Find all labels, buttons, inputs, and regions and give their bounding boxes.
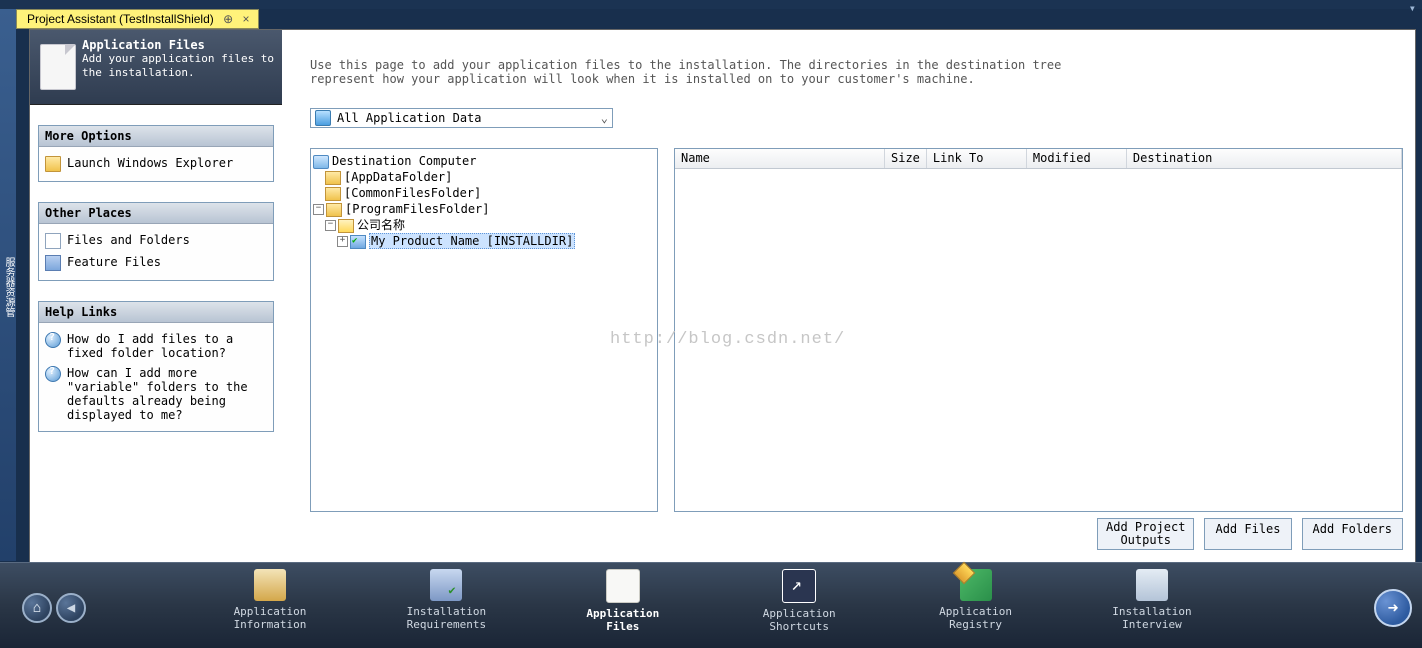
panel-header: Help Links: [39, 302, 273, 323]
nav-app-information[interactable]: ApplicationInformation: [200, 569, 340, 633]
shield-icon: [315, 110, 331, 126]
document-tab[interactable]: Project Assistant (TestInstallShield) ⊕ …: [16, 9, 259, 29]
dropdown-value: All Application Data: [337, 111, 482, 125]
computer-icon: [313, 155, 329, 169]
app-info-icon: [254, 569, 286, 601]
install-folder-icon: [350, 235, 366, 249]
page-description: Use this page to add your application fi…: [310, 58, 1061, 86]
files-icon: [606, 569, 640, 603]
tab-title: Project Assistant (TestInstallShield): [27, 12, 214, 26]
nav-app-shortcuts[interactable]: ApplicationShortcuts: [729, 569, 869, 633]
tree-node-product[interactable]: +My Product Name [INSTALLDIR]: [313, 233, 655, 249]
tree-node-company[interactable]: −公司名称: [313, 217, 655, 233]
folder-icon: [45, 156, 61, 172]
tree-node-appdata[interactable]: [AppDataFolder]: [313, 169, 655, 185]
col-link[interactable]: Link To: [927, 149, 1027, 168]
nav-install-requirements[interactable]: InstallationRequirements: [376, 569, 516, 633]
back-button[interactable]: ◀: [56, 593, 86, 623]
launch-explorer-link[interactable]: Launch Windows Explorer: [45, 153, 267, 175]
panel-more-options: More Options Launch Windows Explorer: [38, 125, 274, 182]
pin-icon[interactable]: ⊕: [223, 12, 233, 26]
add-files-button[interactable]: Add Files: [1204, 518, 1291, 550]
feature-files-link[interactable]: Feature Files: [45, 252, 267, 274]
col-modified[interactable]: Modified: [1027, 149, 1127, 168]
add-project-outputs-button[interactable]: Add ProjectOutputs: [1097, 518, 1194, 550]
expand-icon[interactable]: +: [337, 236, 348, 247]
tree-node-root[interactable]: Destination Computer: [313, 153, 655, 169]
panel-help-links: Help Links How do I add files to a fixed…: [38, 301, 274, 432]
close-icon[interactable]: ×: [243, 12, 250, 26]
forward-button[interactable]: ➜: [1374, 589, 1412, 627]
tree-node-commonfiles[interactable]: [CommonFilesFolder]: [313, 185, 655, 201]
banner: Application Files Add your application f…: [30, 30, 282, 105]
col-size[interactable]: Size: [885, 149, 927, 168]
help-icon: [45, 332, 61, 348]
app-data-dropdown[interactable]: All Application Data ⌄: [310, 108, 613, 128]
box-icon: [45, 255, 61, 271]
nav-app-files[interactable]: ApplicationFiles: [553, 569, 693, 633]
banner-title: Application Files: [82, 38, 205, 52]
help-icon: [45, 366, 61, 382]
panel-other-places: Other Places Files and Folders Feature F…: [38, 202, 274, 281]
collapse-icon[interactable]: −: [313, 204, 324, 215]
folder-icon: [325, 171, 341, 185]
requirements-icon: [430, 569, 462, 601]
file-icon: [40, 44, 76, 90]
banner-desc: Add your application files to the instal…: [82, 52, 278, 80]
menu-dropdown-icon[interactable]: ▾: [1409, 1, 1416, 15]
footer-nav: ⌂ ◀ ApplicationInformation InstallationR…: [0, 562, 1422, 648]
collapse-icon[interactable]: −: [325, 220, 336, 231]
file-list[interactable]: Name Size Link To Modified Destination: [674, 148, 1403, 512]
registry-icon: [960, 569, 992, 601]
panel-header: More Options: [39, 126, 273, 147]
main-pane: Use this page to add your application fi…: [282, 30, 1415, 562]
folder-icon: [326, 203, 342, 217]
col-name[interactable]: Name: [675, 149, 885, 168]
add-folders-button[interactable]: Add Folders: [1302, 518, 1403, 550]
side-rail: 服务器资源管: [0, 9, 16, 561]
help-link-add-files[interactable]: How do I add files to a fixed folder loc…: [45, 329, 267, 363]
list-header: Name Size Link To Modified Destination: [675, 149, 1402, 169]
files-folders-link[interactable]: Files and Folders: [45, 230, 267, 252]
home-button[interactable]: ⌂: [22, 593, 52, 623]
tree-node-programfiles[interactable]: −[ProgramFilesFolder]: [313, 201, 655, 217]
help-link-variable-folders[interactable]: How can I add more "variable" folders to…: [45, 363, 267, 425]
col-destination[interactable]: Destination: [1127, 149, 1402, 168]
destination-tree[interactable]: Destination Computer [AppDataFolder] [Co…: [310, 148, 658, 512]
shortcut-icon: [782, 569, 816, 603]
folder-icon: [325, 187, 341, 201]
chevron-down-icon: ⌄: [601, 111, 608, 125]
nav-install-interview[interactable]: InstallationInterview: [1082, 569, 1222, 633]
file-icon: [45, 233, 61, 249]
nav-app-registry[interactable]: ApplicationRegistry: [906, 569, 1046, 633]
content-area: Application Files Add your application f…: [29, 29, 1416, 563]
folder-open-icon: [338, 219, 354, 233]
interview-icon: [1136, 569, 1168, 601]
panel-header: Other Places: [39, 203, 273, 224]
